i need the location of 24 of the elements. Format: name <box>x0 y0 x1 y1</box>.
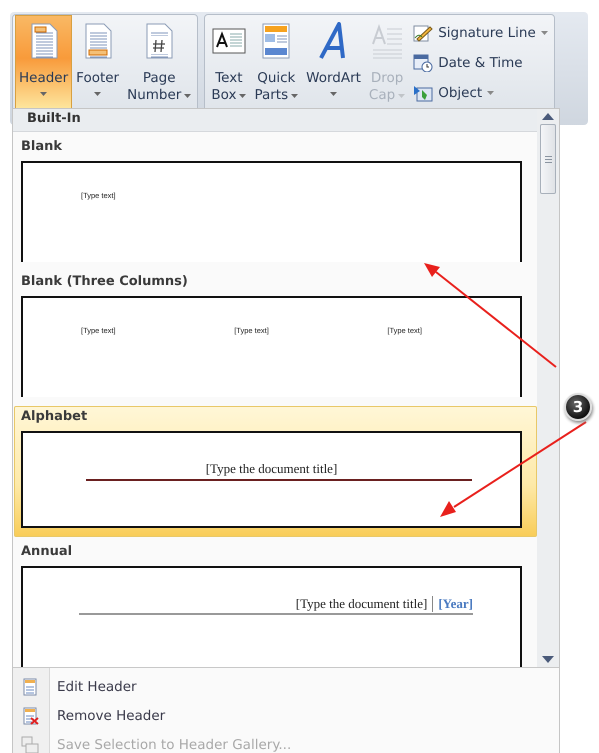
gallery-item[interactable]: Annual [Type the document title] [Year] <box>14 541 537 667</box>
ribbon-button[interactable]: Date & Time <box>409 49 552 77</box>
ribbon-button[interactable]: WordArt <box>302 15 365 111</box>
delete-document-icon <box>21 706 39 724</box>
menu-item[interactable]: Remove Header <box>13 701 559 730</box>
scroll-thumb[interactable] <box>540 124 556 194</box>
save-to-gallery-icon <box>21 736 39 753</box>
scrollbar[interactable] <box>537 109 559 667</box>
scroll-down-icon[interactable] <box>542 656 554 663</box>
drop-cap-icon <box>370 22 404 60</box>
calendar-clock-icon <box>413 54 434 72</box>
ribbon-button[interactable]: Signature Line <box>409 19 552 47</box>
ribbon-button[interactable]: Header <box>15 15 72 111</box>
pen-icon <box>413 24 434 42</box>
placeholder-text: [Type the document title] <box>296 596 428 612</box>
document-icon <box>21 678 39 696</box>
gallery-item[interactable]: Alphabet [Type the document title] <box>14 406 537 537</box>
year-placeholder: [Year] <box>432 596 473 612</box>
ribbon-button[interactable]: Object <box>409 79 552 107</box>
placeholder-text: [Type the document title] <box>206 461 338 477</box>
object-icon <box>413 84 434 102</box>
step-number-badge: 3 <box>564 393 592 421</box>
section-heading: Built-In <box>13 109 537 132</box>
menu-item[interactable]: Edit Header <box>13 672 559 701</box>
